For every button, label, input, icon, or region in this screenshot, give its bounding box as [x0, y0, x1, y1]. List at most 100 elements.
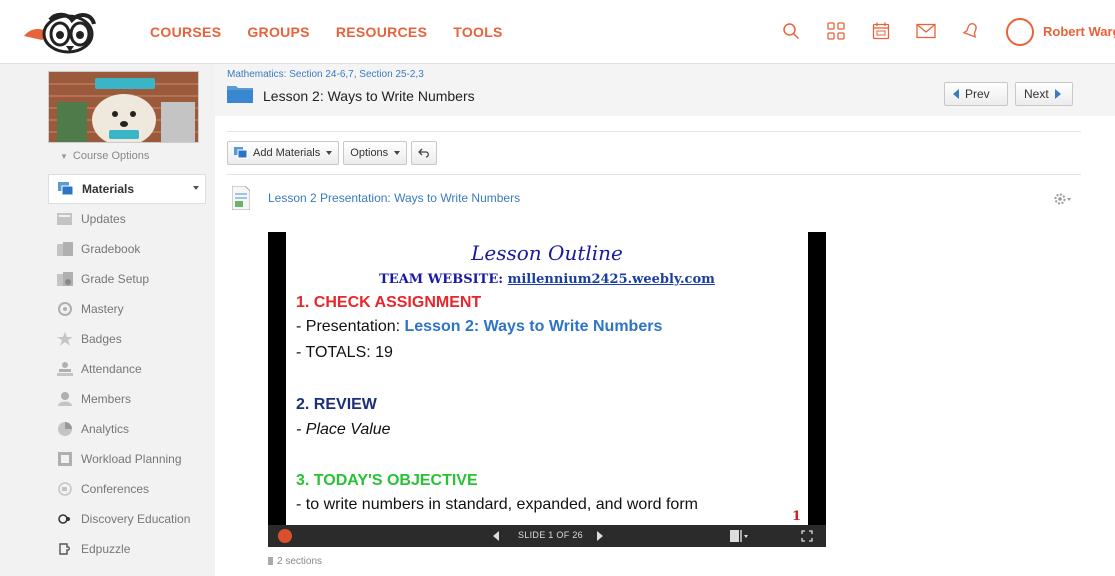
gear-icon[interactable]: [1053, 191, 1073, 207]
sidebar-item-grade-setup[interactable]: Grade Setup: [48, 264, 206, 294]
next-label: Next: [1024, 87, 1049, 101]
main-nav-links: COURSES GROUPS RESOURCES TOOLS: [150, 24, 503, 40]
slide-number: 1: [792, 509, 802, 524]
attendance-icon: [56, 361, 74, 377]
sidebar-item-materials[interactable]: Materials: [48, 174, 206, 204]
sidebar-item-workload-planning[interactable]: Workload Planning: [48, 444, 206, 474]
apps-grid-icon[interactable]: [825, 18, 847, 44]
sidebar-item-label: Materials: [82, 182, 135, 196]
next-button[interactable]: Next: [1015, 82, 1073, 106]
avatar[interactable]: [1006, 18, 1034, 46]
course-options-label: Course Options: [72, 150, 150, 162]
materials-icon: [57, 181, 75, 197]
sections-label: 2 sections: [277, 556, 323, 567]
sidebar-item-label: Mastery: [81, 302, 124, 316]
chevron-down-icon: [326, 151, 333, 155]
presentation-viewer[interactable]: Lesson Outline TEAM WEBSITE: millennium2…: [268, 232, 826, 547]
course-options-toggle[interactable]: ▼ Course Options: [60, 150, 149, 162]
page-title: Lesson 2: Ways to Write Numbers: [263, 88, 475, 104]
add-materials-button[interactable]: Add Materials: [227, 141, 340, 165]
options-button[interactable]: Options: [343, 141, 408, 165]
sidebar-item-attendance[interactable]: Attendance: [48, 354, 206, 384]
add-materials-label: Add Materials: [253, 147, 321, 159]
nav-courses[interactable]: COURSES: [150, 24, 221, 40]
breadcrumb[interactable]: Mathematics: Section 24-6,7, Section 25-…: [227, 69, 424, 80]
sidebar-item-members[interactable]: Members: [48, 384, 206, 414]
main-content: Mathematics: Section 24-6,7, Section 25-…: [215, 64, 1115, 576]
notifications-icon[interactable]: [960, 18, 982, 44]
next-slide-button[interactable]: [597, 531, 603, 541]
thumbnail-view-icon[interactable]: [730, 530, 748, 542]
office-app-icon: [278, 529, 292, 543]
slide-line-4: - to write numbers in standard, expanded…: [296, 496, 698, 513]
sidebar-item-label: Badges: [81, 332, 122, 346]
sidebar-item-label: Updates: [81, 212, 126, 226]
sidebar-item-label: Attendance: [81, 362, 142, 376]
website-label: TEAM WEBSITE:: [379, 272, 504, 287]
slide-website: TEAM WEBSITE: millennium2425.weebly.com: [286, 272, 808, 287]
sidebar-item-discovery-education[interactable]: Discovery Education: [48, 504, 206, 534]
sidebar-item-updates[interactable]: Updates: [48, 204, 206, 234]
chevron-down-icon: [394, 151, 401, 155]
document-icon: [232, 186, 250, 210]
sidebar-item-label: Discovery Education: [81, 512, 191, 526]
chevron-down-icon[interactable]: [193, 186, 199, 190]
grade-setup-icon: [56, 271, 74, 287]
sidebar-item-mastery[interactable]: Mastery: [48, 294, 206, 324]
sidebar-item-label: Workload Planning: [81, 452, 182, 466]
nav-resources[interactable]: RESOURCES: [336, 24, 427, 40]
prev-button[interactable]: Prev: [944, 82, 1008, 106]
sections-icon: [268, 557, 273, 565]
top-navigation: COURSES GROUPS RESOURCES TOOLS Robert Wa…: [0, 0, 1115, 64]
divider: [227, 174, 1081, 175]
course-profile-picture: [48, 71, 199, 143]
mastery-icon: [56, 301, 74, 317]
nav-tools[interactable]: TOOLS: [453, 24, 502, 40]
conferences-icon: [56, 481, 74, 497]
previous-slide-button[interactable]: [493, 531, 499, 541]
website-url[interactable]: millennium2425.weebly.com: [508, 272, 715, 287]
fullscreen-icon[interactable]: [801, 530, 813, 542]
slide-title: Lesson Outline: [471, 241, 623, 265]
analytics-icon: [56, 421, 74, 437]
add-materials-icon: [234, 147, 248, 159]
logo-icon[interactable]: [22, 10, 104, 56]
updates-icon: [56, 211, 74, 227]
members-icon: [56, 391, 74, 407]
viewer-controls: SLIDE 1 OF 26: [268, 525, 826, 547]
course-sidebar: ▼ Course Options Materials Updates Gradeb…: [0, 64, 215, 576]
sidebar-item-edpuzzle[interactable]: Edpuzzle: [48, 534, 206, 564]
user-name[interactable]: Robert Warg: [1043, 24, 1115, 39]
slide-line-1-link: Lesson 2: Ways to Write Numbers: [404, 318, 663, 335]
sidebar-item-gradebook[interactable]: Gradebook: [48, 234, 206, 264]
divider: [227, 131, 1081, 132]
prev-label: Prev: [965, 87, 990, 101]
slide-line-1-prefix: - Presentation:: [296, 318, 405, 335]
sidebar-item-label: Conferences: [81, 482, 150, 496]
calendar-icon[interactable]: [870, 18, 892, 44]
sidebar-item-analytics[interactable]: Analytics: [48, 414, 206, 444]
slide-heading-2: 2. REVIEW: [296, 396, 377, 413]
arrow-left-icon: [953, 89, 959, 99]
slide-heading-1: 1. CHECK ASSIGNMENT: [296, 294, 482, 311]
slide-line-2: - TOTALS: 19: [296, 344, 393, 361]
sidebar-item-label: Members: [81, 392, 132, 406]
sidebar-item-conferences[interactable]: Conferences: [48, 474, 206, 504]
search-icon[interactable]: [780, 18, 802, 44]
sidebar-item-badges[interactable]: Badges: [48, 324, 206, 354]
gradebook-icon: [56, 241, 74, 257]
options-label: Options: [350, 147, 389, 159]
nav-groups[interactable]: GROUPS: [247, 24, 309, 40]
mail-icon[interactable]: [915, 18, 937, 44]
sidebar-item-label: Analytics: [81, 422, 130, 436]
slide-heading-3: 3. TODAY'S OBJECTIVE: [296, 472, 478, 489]
undo-button[interactable]: [411, 141, 438, 165]
chevron-down-icon: ▼: [60, 152, 68, 161]
sidebar-item-label: Gradebook: [81, 242, 141, 256]
slide-counter: SLIDE 1 OF 26: [518, 530, 583, 540]
material-link[interactable]: Lesson 2 Presentation: Ways to Write Num…: [268, 191, 520, 205]
slide-line-1: - Presentation: Lesson 2: Ways to Write …: [296, 318, 662, 336]
nav-icon-group: [780, 18, 1005, 44]
folder-icon: [227, 86, 253, 103]
sidebar-item-label: Edpuzzle: [81, 542, 131, 556]
